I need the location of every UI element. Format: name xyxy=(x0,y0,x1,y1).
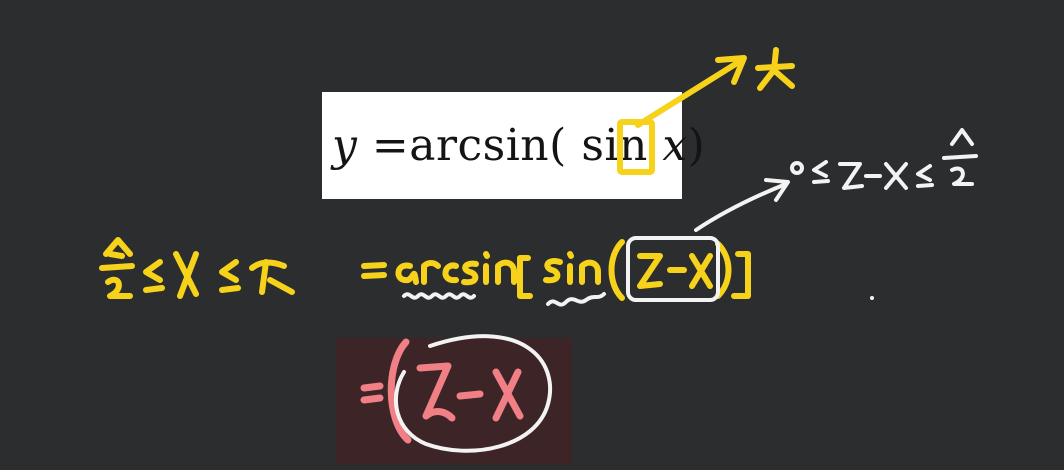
white-arrow xyxy=(694,182,788,232)
handwritten-answer xyxy=(360,334,553,453)
x-highlight-box xyxy=(617,119,655,175)
stray-dot xyxy=(870,296,874,300)
handwritten-da xyxy=(755,47,795,91)
subtitle-caption-cropped xyxy=(0,458,1064,470)
yellow-arrow xyxy=(635,57,745,128)
handwritten-range xyxy=(790,128,978,190)
underline-squiggle-arcsin xyxy=(402,292,476,300)
underline-squiggle-sin xyxy=(546,292,606,307)
handwritten-arcsin-expression xyxy=(361,239,751,301)
handwritten-inequality xyxy=(99,237,295,299)
video-frame: y =arcsin( sin x) xyxy=(0,0,1064,470)
handwriting-layer xyxy=(99,47,978,453)
